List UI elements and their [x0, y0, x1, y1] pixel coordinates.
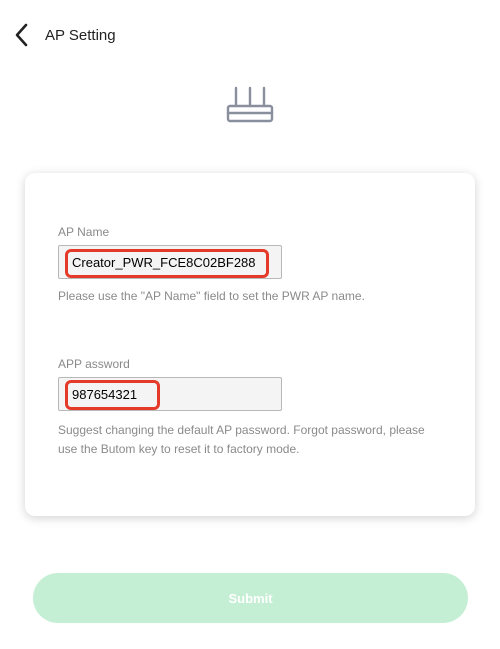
ap-password-hint: Suggest changing the default AP password… — [58, 423, 425, 456]
ap-name-label: AP Name — [58, 225, 110, 239]
ap-name-input[interactable] — [59, 246, 281, 278]
submit-button[interactable]: Submit — [33, 573, 468, 623]
settings-card: AP Name Please use the "AP Name" field t… — [25, 173, 475, 516]
router-icon — [226, 86, 274, 123]
ap-name-hint: Please use the "AP Name" field to set th… — [58, 289, 365, 303]
chevron-left-icon — [15, 23, 28, 47]
ap-password-field[interactable] — [58, 377, 282, 411]
ap-password-input[interactable] — [59, 378, 281, 410]
ap-name-field[interactable] — [58, 245, 282, 279]
back-button[interactable] — [12, 22, 32, 48]
ap-password-label: APP assword — [58, 357, 130, 371]
header: AP Setting — [12, 22, 116, 48]
ap-setting-page: AP Setting AP Name Please use the "AP Na… — [0, 0, 500, 649]
page-title: AP Setting — [45, 26, 116, 44]
